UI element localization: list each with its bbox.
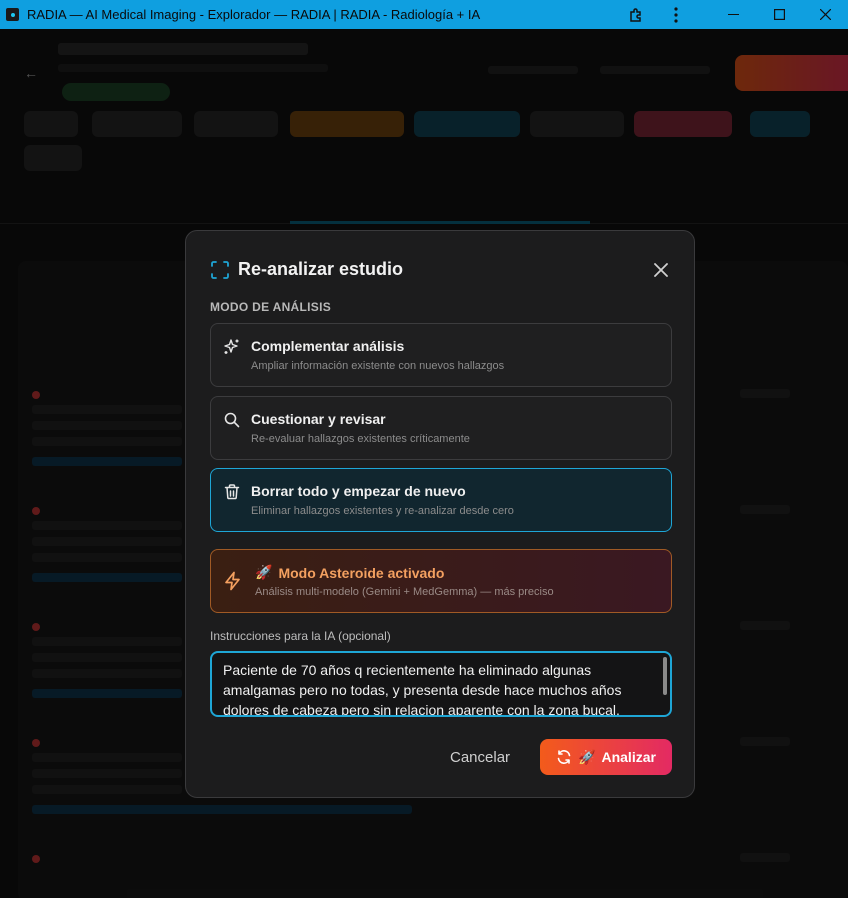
option-subtitle: Eliminar hallazgos existentes y re-anali…: [251, 505, 514, 517]
trash-icon: [224, 484, 240, 500]
instructions-value: Paciente de 70 años q recientemente ha e…: [223, 662, 622, 717]
dialog-title: Re-analizar estudio: [210, 259, 403, 280]
option-subtitle: Re-evaluar hallazgos existentes críticam…: [251, 433, 470, 445]
analyze-label: Analizar: [601, 749, 656, 765]
instructions-textarea[interactable]: Paciente de 70 años q recientemente ha e…: [210, 651, 672, 717]
analysis-mode-label: MODO DE ANÁLISIS: [210, 300, 332, 314]
maximize-icon[interactable]: [756, 0, 802, 29]
window-title: RADIA — AI Medical Imaging - Explorador …: [27, 7, 481, 22]
textarea-scrollbar[interactable]: [663, 657, 667, 695]
refresh-icon: [557, 750, 571, 764]
sparkles-icon: [224, 339, 239, 354]
option-title: Borrar todo y empezar de nuevo: [251, 483, 466, 499]
close-dialog-button[interactable]: [650, 259, 672, 281]
search-icon: [224, 412, 240, 428]
mode-option-reset[interactable]: Borrar todo y empezar de nuevo Eliminar …: [210, 468, 672, 532]
app-icon: [6, 8, 19, 21]
lightning-icon: [225, 571, 240, 591]
minimize-icon[interactable]: [710, 0, 756, 29]
dialog-title-text: Re-analizar estudio: [238, 259, 404, 279]
option-title: Complementar análisis: [251, 338, 405, 354]
window-titlebar: RADIA — AI Medical Imaging - Explorador …: [0, 0, 848, 29]
asteroid-subtitle: Análisis multi-modelo (Gemini + MedGemma…: [255, 586, 554, 598]
instructions-label: Instrucciones para la IA (opcional): [210, 629, 391, 643]
close-icon: [654, 263, 668, 277]
option-title: Cuestionar y revisar: [251, 411, 386, 427]
more-options-icon[interactable]: [664, 0, 688, 29]
asteroid-title-text: Modo Asteroide activado: [278, 564, 445, 581]
analyze-button[interactable]: 🚀 Analizar: [540, 739, 672, 775]
extensions-icon[interactable]: [618, 0, 654, 29]
mode-option-complement[interactable]: Complementar análisis Ampliar informació…: [210, 323, 672, 387]
option-subtitle: Ampliar información existente con nuevos…: [251, 360, 505, 372]
asteroid-title: 🚀 Modo Asteroide activado: [255, 564, 444, 581]
close-window-icon[interactable]: [802, 0, 848, 29]
rocket-icon: 🚀: [255, 564, 273, 580]
asteroid-mode-toggle[interactable]: 🚀 Modo Asteroide activado Análisis multi…: [210, 549, 672, 613]
rocket-icon: 🚀: [578, 748, 596, 765]
scan-frame-icon: [211, 260, 229, 279]
reanalyze-dialog: Re-analizar estudio MODO DE ANÁLISIS Com…: [185, 230, 695, 798]
mode-option-question[interactable]: Cuestionar y revisar Re-evaluar hallazgo…: [210, 396, 672, 460]
cancel-button[interactable]: Cancelar: [450, 749, 510, 766]
